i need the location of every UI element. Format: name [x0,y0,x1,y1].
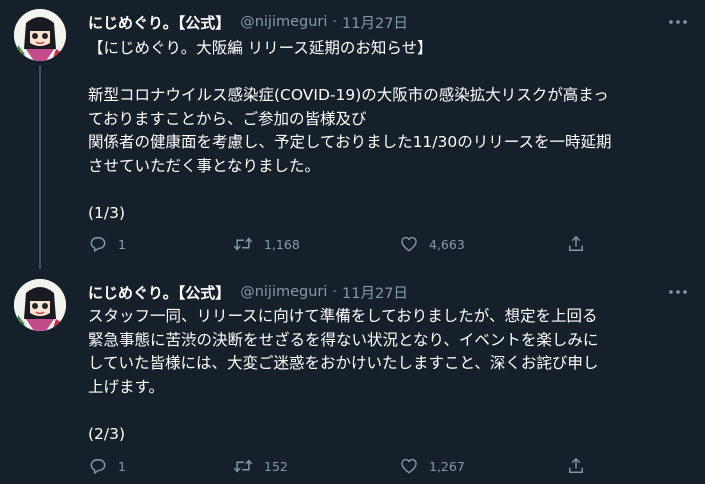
retweet-button[interactable]: 1,168 [232,233,300,255]
tweet-2[interactable]: にじめぐり。【公式】 @nijimeguri · 11月27日 スタッフ一同、リ… [0,265,705,484]
avatar[interactable] [14,9,66,61]
retweet-icon [233,237,253,251]
reply-button[interactable]: 1 [88,455,126,477]
share-button[interactable] [566,455,586,477]
avatar[interactable] [14,279,66,331]
tweet-line: させていただく事となりました。 [88,156,321,175]
display-name[interactable]: にじめぐり。【公式】 [88,12,230,33]
tweet-line: 関係者の健康面を考慮し、予定しておりました11/30のリリースを一時延期 [88,133,612,152]
tweet-line: 新型コロナウイルス感染症(COVID-19)の大阪市の感染拡大リスクが高まっ [88,86,609,105]
user-handle[interactable]: @nijimeguri [240,14,327,30]
more-options-icon[interactable] [666,12,690,32]
separator: · [332,14,338,30]
share-icon [569,457,583,473]
retweet-count: 152 [264,458,288,474]
share-icon [569,235,583,251]
tweet-header: にじめぐり。【公式】 @nijimeguri · 11月27日 [88,11,408,33]
reply-count: 1 [118,236,126,252]
reply-button[interactable]: 1 [88,233,126,255]
tweet-line: (1/3) [88,204,126,223]
share-button[interactable] [566,233,586,255]
tweet-actions: 1 1,168 4,663 [88,233,688,255]
thread-line [39,66,41,269]
tweet-line: 上げます。 [88,377,164,396]
heart-icon [401,236,417,252]
tweet-line: していた皆様には、大変ご迷惑をおかけいたしますこと、深くお詫び申し [88,354,599,373]
tweet-text: スタッフ一同、リリースに向けて準備をしておりましたが、想定を上回る 緊急事態に苦… [88,305,693,447]
reply-icon [90,459,106,474]
user-handle[interactable]: @nijimeguri [240,284,327,300]
avatar-image [14,9,66,61]
retweet-icon [233,459,253,473]
reply-icon [90,237,106,252]
timestamp[interactable]: 11月27日 [342,282,408,303]
separator: · [332,284,338,300]
like-button[interactable]: 1,267 [399,455,465,477]
retweet-button[interactable]: 152 [232,455,288,477]
tweet-line: 緊急事態に苦渋の決断をせざるを得ない状況となり、イベントを楽しみに [88,330,599,349]
heart-icon [401,458,417,474]
like-button[interactable]: 4,663 [399,233,465,255]
like-count: 4,663 [429,236,465,252]
timestamp[interactable]: 11月27日 [342,12,408,33]
more-options-icon[interactable] [666,282,690,302]
tweet-header: にじめぐり。【公式】 @nijimeguri · 11月27日 [88,281,408,303]
retweet-count: 1,168 [264,236,300,252]
tweet-actions: 1 152 1,267 [88,455,688,477]
display-name[interactable]: にじめぐり。【公式】 [88,282,230,303]
like-count: 1,267 [429,458,465,474]
reply-count: 1 [118,458,126,474]
tweet-line: ておりますことから、ご参加の皆様及び [88,109,367,128]
avatar-image [14,279,66,331]
tweet-line: スタッフ一同、リリースに向けて準備をしておりましたが、想定を上回る [88,307,598,325]
timeline: にじめぐり。【公式】 @nijimeguri · 11月27日 【にじめぐり。大… [0,0,705,484]
tweet-text: 【にじめぐり。大阪編 リリース延期のお知らせ】 新型コロナウイルス感染症(COV… [88,37,693,226]
tweet-line: 【にじめぐり。大阪編 リリース延期のお知らせ】 [88,39,433,57]
tweet-1[interactable]: にじめぐり。【公式】 @nijimeguri · 11月27日 【にじめぐり。大… [0,0,705,269]
tweet-line: (2/3) [88,424,126,443]
